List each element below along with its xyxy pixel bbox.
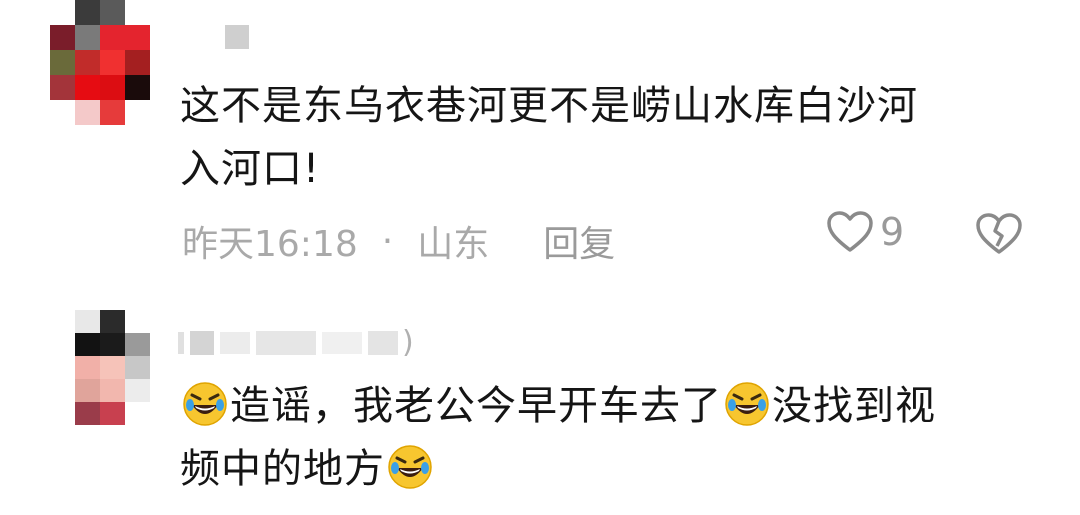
reply-button[interactable]: 回复 — [543, 215, 615, 267]
comment-text-line: 入河口! — [180, 146, 321, 192]
comment-text-line: 造谣，我老公今早开车去了 没找到视 — [180, 375, 936, 438]
rofl-emoji-icon — [388, 445, 432, 489]
comment-text-line: 频中的地方 — [180, 438, 936, 501]
like-count: 9 — [880, 210, 905, 254]
comment-text-segment: 没找到视 — [772, 383, 936, 429]
comment-text: 造谣，我老公今早开车去了 没找到视 频中的地方 — [180, 375, 936, 501]
comment-meta: 昨天16:18 · 山东 回复 — [182, 215, 615, 267]
username[interactable] — [225, 25, 249, 49]
comment-text-line: 这不是东乌衣巷河更不是崂山水库白沙河 — [180, 83, 918, 129]
rofl-emoji-icon — [183, 382, 227, 426]
username[interactable]: ) — [178, 325, 414, 360]
avatar[interactable] — [50, 0, 150, 125]
dislike-button[interactable] — [975, 212, 1023, 260]
username-suffix: ) — [402, 325, 414, 360]
heart-outline-icon — [827, 211, 873, 252]
comment-text-segment: 造谣，我老公今早开车去了 — [230, 383, 722, 429]
comment-text-segment: 频中的地方 — [180, 446, 385, 492]
broken-heart-icon — [976, 213, 1022, 254]
comment-text: 这不是东乌衣巷河更不是崂山水库白沙河 入河口! — [180, 75, 918, 201]
comment-item: ) 造谣，我老公今早开车去了 没找到视 频中的地方 — [0, 300, 1080, 515]
like-button[interactable]: 9 — [826, 210, 904, 254]
rofl-emoji-icon — [725, 382, 769, 426]
location: 山东 — [417, 224, 490, 265]
timestamp: 昨天16:18 — [182, 224, 358, 265]
separator: · — [381, 220, 394, 262]
avatar[interactable] — [75, 310, 150, 425]
comment-item: 这不是东乌衣巷河更不是崂山水库白沙河 入河口! 昨天16:18 · 山东 回复 … — [0, 0, 1080, 280]
